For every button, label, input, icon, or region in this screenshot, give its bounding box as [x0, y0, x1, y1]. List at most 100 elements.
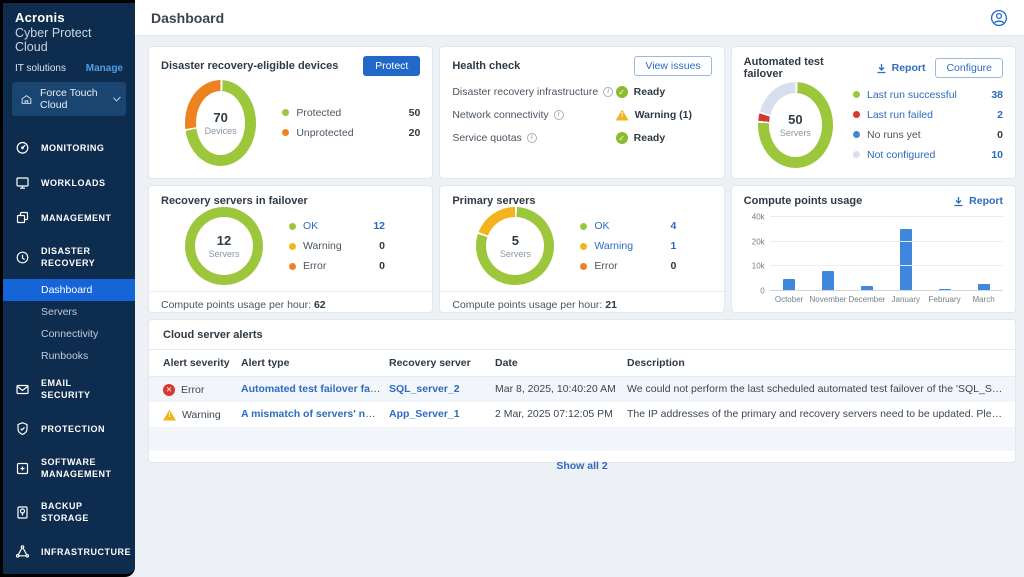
- info-icon[interactable]: i: [554, 110, 564, 120]
- legend-label[interactable]: Last run successful: [867, 89, 957, 101]
- legend-label: No runs yet: [867, 129, 921, 141]
- bar-column: [886, 217, 925, 291]
- protect-button[interactable]: Protect: [363, 56, 420, 76]
- manage-link[interactable]: Manage: [86, 63, 123, 74]
- bar-column: [847, 217, 886, 291]
- alert-type-link[interactable]: Automated test failover failed: [241, 383, 388, 395]
- compute-points-footnote: Compute points usage per hour: 62: [149, 291, 432, 311]
- card-health-check: Health check View issues Disaster recove…: [439, 46, 724, 179]
- legend-value: 10: [991, 149, 1003, 161]
- sidebar-item-label: PROTECTION: [41, 423, 105, 435]
- devices-legend: Protected50Unprotected20: [282, 107, 420, 139]
- legend-item: OK4: [580, 220, 676, 232]
- show-all-link-wrap: Show all 2: [149, 451, 1015, 476]
- legend-dot: [289, 243, 296, 250]
- recovery-legend: OK12Warning0Error0: [289, 220, 385, 272]
- info-icon[interactable]: i: [603, 87, 613, 97]
- sidebar-subitem-dashboard[interactable]: Dashboard: [3, 279, 135, 301]
- legend-label[interactable]: Last run failed: [867, 109, 933, 121]
- triangle-nodes-icon: [15, 544, 30, 559]
- legend-label: Error: [303, 260, 326, 272]
- gauge-icon: [15, 140, 30, 155]
- col-alert-type: Alert type: [241, 350, 389, 377]
- show-all-link[interactable]: Show all 2: [556, 460, 607, 472]
- sidebar-item-reports[interactable]: REPORTS: [3, 569, 135, 577]
- sidebar-item-label: DISASTER RECOVERY: [41, 245, 123, 269]
- sidebar-item-management[interactable]: MANAGEMENT: [3, 200, 135, 235]
- recovery-server-link[interactable]: App_Server_1: [389, 408, 460, 420]
- primary-legend: OK4 Warning1 Error0: [580, 220, 676, 272]
- x-tick-label: November: [809, 295, 848, 304]
- tenant-selector[interactable]: Force Touch Cloud: [12, 82, 126, 116]
- legend-item: Last run failed2: [853, 109, 1003, 121]
- legend-dot: [282, 129, 289, 136]
- health-row-label: Network connectivity: [452, 109, 548, 121]
- sidebar-item-backup-storage[interactable]: BACKUP STORAGE: [3, 490, 135, 534]
- legend-value: 0: [670, 260, 676, 272]
- legend-label[interactable]: OK: [303, 220, 318, 232]
- x-axis: OctoberNovemberDecemberJanuaryFebruaryMa…: [770, 295, 1003, 304]
- brand-line2: Cyber Protect Cloud: [15, 26, 123, 54]
- table-row: !WarningA mismatch of servers' network..…: [149, 402, 1015, 428]
- alert-description: We could not perform the last scheduled …: [627, 377, 1015, 402]
- legend-item: Not configured 10: [853, 149, 1003, 161]
- report-link[interactable]: Report: [953, 195, 1003, 207]
- sidebar-item-email-security[interactable]: EMAIL SECURITY: [3, 367, 135, 411]
- sidebar-item-infrastructure[interactable]: INFRASTRUCTURE: [3, 534, 135, 569]
- legend-dot: [853, 151, 860, 158]
- bar-column: [925, 217, 964, 291]
- recovery-server-link[interactable]: SQL_server_2: [389, 383, 460, 395]
- company-icon: [20, 93, 33, 106]
- health-row-network: Network connectivity i !Warning (1): [452, 109, 711, 121]
- alerts-table: Alert severity Alert type Recovery serve…: [149, 349, 1015, 451]
- legend-label[interactable]: OK: [594, 220, 609, 232]
- software-box-icon: [15, 461, 30, 476]
- brand-line1: Acronis: [15, 10, 123, 25]
- ready-check-icon: ✓: [616, 132, 628, 144]
- card-title: Primary servers: [452, 195, 535, 207]
- envelope-icon: [15, 382, 30, 397]
- legend-item: Warning1: [580, 240, 676, 252]
- legend-label[interactable]: Not configured: [867, 149, 935, 161]
- alert-date: 2 Mar, 2025 07:12:05 PM: [495, 402, 627, 428]
- sidebar-item-label: INFRASTRUCTURE: [41, 546, 131, 558]
- alert-type-link[interactable]: A mismatch of servers' network...: [241, 408, 389, 420]
- sidebar-item-workloads[interactable]: WORKLOADS: [3, 165, 135, 200]
- card-title: Disaster recovery-eligible devices: [161, 60, 338, 72]
- legend-label[interactable]: Warning: [594, 240, 633, 252]
- x-tick-label: February: [925, 295, 964, 304]
- y-axis: 40k20k10k0: [744, 217, 770, 291]
- brand-logo: Acronis Cyber Protect Cloud: [3, 3, 135, 56]
- bar-column: [964, 217, 1003, 291]
- bar: [822, 271, 834, 291]
- col-recovery-server: Recovery server: [389, 350, 495, 377]
- report-link[interactable]: Report: [876, 62, 926, 74]
- info-icon[interactable]: i: [527, 133, 537, 143]
- configure-button[interactable]: Configure: [935, 58, 1003, 78]
- legend-label: Warning: [303, 240, 342, 252]
- gridline: [770, 241, 1003, 242]
- legend-dot: [853, 91, 860, 98]
- legend-value: 20: [409, 127, 421, 139]
- error-icon: ✕: [163, 384, 175, 396]
- bar: [900, 229, 912, 291]
- legend-item: Error0: [580, 260, 676, 272]
- donut-center-value: 5: [512, 233, 519, 248]
- health-row-infrastructure: Disaster recovery infrastructure i ✓Read…: [452, 86, 711, 98]
- account-icon[interactable]: [990, 9, 1008, 27]
- sidebar-item-monitoring[interactable]: MONITORING: [3, 130, 135, 165]
- alert-date: Mar 8, 2025, 10:40:20 AM: [495, 377, 627, 402]
- sidebar-subitem-connectivity[interactable]: Connectivity: [3, 323, 135, 345]
- sidebar-item-protection[interactable]: PROTECTION: [3, 411, 135, 446]
- view-issues-button[interactable]: View issues: [634, 56, 711, 76]
- sidebar: Acronis Cyber Protect Cloud IT solutions…: [0, 0, 135, 577]
- card-title: Compute points usage: [744, 195, 863, 207]
- legend-label: Unprotected: [296, 127, 353, 139]
- sidebar-subitem-runbooks[interactable]: Runbooks: [3, 345, 135, 367]
- sidebar-item-software-management[interactable]: SOFTWARE MANAGEMENT: [3, 446, 135, 490]
- sidebar-nav: MONITORING WORKLOADS MANAGEMENT DISASTER…: [3, 130, 135, 577]
- y-tick-label: 0: [760, 287, 764, 296]
- sidebar-item-disaster-recovery[interactable]: DISASTER RECOVERY: [3, 235, 135, 279]
- health-row-status: Ready: [634, 132, 666, 144]
- sidebar-subitem-servers[interactable]: Servers: [3, 301, 135, 323]
